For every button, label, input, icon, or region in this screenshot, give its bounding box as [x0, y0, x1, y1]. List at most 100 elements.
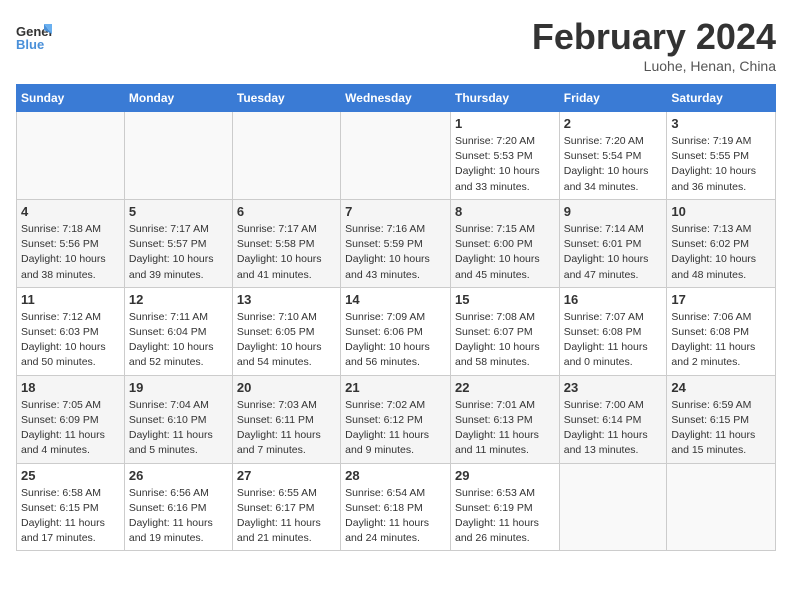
- day-info: Sunrise: 6:58 AMSunset: 6:15 PMDaylight:…: [21, 486, 120, 547]
- calendar-day-cell: 5Sunrise: 7:17 AMSunset: 5:57 PMDaylight…: [124, 199, 232, 287]
- calendar-day-cell: 1 Sunrise: 7:20 AMSunset: 5:53 PMDaylight…: [450, 112, 559, 200]
- day-info: Sunrise: 7:05 AMSunset: 6:09 PMDaylight:…: [21, 398, 120, 459]
- calendar-day-cell: [124, 112, 232, 200]
- day-number: 11: [21, 292, 120, 307]
- calendar-day-cell: 26 Sunrise: 6:56 AMSunset: 6:16 PMDayligh…: [124, 463, 232, 551]
- day-number: 28: [345, 468, 446, 483]
- calendar-day-cell: 3 Sunrise: 7:19 AMSunset: 5:55 PMDaylight…: [667, 112, 776, 200]
- page-header: General Blue February 2024 Luohe, Henan,…: [16, 16, 776, 74]
- logo-icon: General Blue: [16, 16, 52, 52]
- calendar-day-cell: [559, 463, 667, 551]
- calendar-day-cell: 24Sunrise: 6:59 AMSunset: 6:15 PMDayligh…: [667, 375, 776, 463]
- calendar-week-row: 25 Sunrise: 6:58 AMSunset: 6:15 PMDayligh…: [17, 463, 776, 551]
- day-info: Sunrise: 7:03 AMSunset: 6:11 PMDaylight:…: [237, 398, 336, 459]
- calendar-day-cell: 9 Sunrise: 7:14 AMSunset: 6:01 PMDaylight…: [559, 199, 667, 287]
- day-info: Sunrise: 7:01 AMSunset: 6:13 PMDaylight:…: [455, 398, 555, 459]
- calendar-day-cell: 2Sunrise: 7:20 AMSunset: 5:54 PMDaylight…: [559, 112, 667, 200]
- calendar-day-cell: 8 Sunrise: 7:15 AMSunset: 6:00 PMDaylight…: [450, 199, 559, 287]
- calendar-day-cell: 28 Sunrise: 6:54 AMSunset: 6:18 PMDayligh…: [341, 463, 451, 551]
- day-number: 1: [455, 116, 555, 131]
- day-info: Sunrise: 7:14 AMSunset: 6:01 PMDaylight:…: [564, 222, 663, 283]
- day-info: Sunrise: 7:08 AMSunset: 6:07 PMDaylight:…: [455, 310, 555, 371]
- day-number: 17: [671, 292, 771, 307]
- day-info: Sunrise: 7:11 AMSunset: 6:04 PMDaylight:…: [129, 310, 228, 371]
- calendar-day-cell: [17, 112, 125, 200]
- day-info: Sunrise: 7:06 AMSunset: 6:08 PMDaylight:…: [671, 310, 771, 371]
- calendar-day-cell: 19 Sunrise: 7:04 AMSunset: 6:10 PMDayligh…: [124, 375, 232, 463]
- day-number: 15: [455, 292, 555, 307]
- day-info: Sunrise: 6:54 AMSunset: 6:18 PMDaylight:…: [345, 486, 446, 547]
- calendar-header-sunday: Sunday: [17, 85, 125, 112]
- calendar-header-row: SundayMondayTuesdayWednesdayThursdayFrid…: [17, 85, 776, 112]
- day-info: Sunrise: 7:00 AMSunset: 6:14 PMDaylight:…: [564, 398, 663, 459]
- day-number: 9: [564, 204, 663, 219]
- day-info: Sunrise: 7:17 AMSunset: 5:58 PMDaylight:…: [237, 222, 336, 283]
- calendar-header-tuesday: Tuesday: [232, 85, 340, 112]
- day-number: 4: [21, 204, 120, 219]
- day-number: 20: [237, 380, 336, 395]
- day-number: 13: [237, 292, 336, 307]
- calendar-day-cell: 15 Sunrise: 7:08 AMSunset: 6:07 PMDayligh…: [450, 287, 559, 375]
- day-number: 26: [129, 468, 228, 483]
- calendar-day-cell: 25 Sunrise: 6:58 AMSunset: 6:15 PMDayligh…: [17, 463, 125, 551]
- calendar-day-cell: [341, 112, 451, 200]
- calendar-table: SundayMondayTuesdayWednesdayThursdayFrid…: [16, 84, 776, 551]
- day-info: Sunrise: 7:07 AMSunset: 6:08 PMDaylight:…: [564, 310, 663, 371]
- day-number: 8: [455, 204, 555, 219]
- title-area: February 2024 Luohe, Henan, China: [532, 16, 776, 74]
- calendar-day-cell: 11Sunrise: 7:12 AMSunset: 6:03 PMDayligh…: [17, 287, 125, 375]
- svg-text:Blue: Blue: [16, 37, 44, 52]
- day-info: Sunrise: 6:56 AMSunset: 6:16 PMDaylight:…: [129, 486, 228, 547]
- calendar-day-cell: 4 Sunrise: 7:18 AMSunset: 5:56 PMDaylight…: [17, 199, 125, 287]
- day-info: Sunrise: 7:10 AMSunset: 6:05 PMDaylight:…: [237, 310, 336, 371]
- calendar-day-cell: 16Sunrise: 7:07 AMSunset: 6:08 PMDayligh…: [559, 287, 667, 375]
- day-number: 10: [671, 204, 771, 219]
- calendar-week-row: 1 Sunrise: 7:20 AMSunset: 5:53 PMDaylight…: [17, 112, 776, 200]
- day-info: Sunrise: 7:15 AMSunset: 6:00 PMDaylight:…: [455, 222, 555, 283]
- calendar-week-row: 18 Sunrise: 7:05 AMSunset: 6:09 PMDayligh…: [17, 375, 776, 463]
- day-info: Sunrise: 7:04 AMSunset: 6:10 PMDaylight:…: [129, 398, 228, 459]
- calendar-header-saturday: Saturday: [667, 85, 776, 112]
- calendar-day-cell: [232, 112, 340, 200]
- day-number: 12: [129, 292, 228, 307]
- calendar-day-cell: 18 Sunrise: 7:05 AMSunset: 6:09 PMDayligh…: [17, 375, 125, 463]
- day-number: 27: [237, 468, 336, 483]
- day-number: 18: [21, 380, 120, 395]
- calendar-day-cell: 17 Sunrise: 7:06 AMSunset: 6:08 PMDayligh…: [667, 287, 776, 375]
- calendar-week-row: 4 Sunrise: 7:18 AMSunset: 5:56 PMDaylight…: [17, 199, 776, 287]
- calendar-header-thursday: Thursday: [450, 85, 559, 112]
- calendar-day-cell: 10 Sunrise: 7:13 AMSunset: 6:02 PMDayligh…: [667, 199, 776, 287]
- calendar-header-friday: Friday: [559, 85, 667, 112]
- page-subtitle: Luohe, Henan, China: [532, 58, 776, 74]
- day-info: Sunrise: 7:18 AMSunset: 5:56 PMDaylight:…: [21, 222, 120, 283]
- calendar-day-cell: 14 Sunrise: 7:09 AMSunset: 6:06 PMDayligh…: [341, 287, 451, 375]
- day-number: 7: [345, 204, 446, 219]
- day-info: Sunrise: 7:13 AMSunset: 6:02 PMDaylight:…: [671, 222, 771, 283]
- day-number: 29: [455, 468, 555, 483]
- day-info: Sunrise: 6:55 AMSunset: 6:17 PMDaylight:…: [237, 486, 336, 547]
- calendar-day-cell: 7 Sunrise: 7:16 AMSunset: 5:59 PMDaylight…: [341, 199, 451, 287]
- day-number: 24: [671, 380, 771, 395]
- logo: General Blue: [16, 16, 52, 52]
- calendar-day-cell: 21Sunrise: 7:02 AMSunset: 6:12 PMDayligh…: [341, 375, 451, 463]
- day-info: Sunrise: 7:16 AMSunset: 5:59 PMDaylight:…: [345, 222, 446, 283]
- calendar-day-cell: 13 Sunrise: 7:10 AMSunset: 6:05 PMDayligh…: [232, 287, 340, 375]
- day-info: Sunrise: 7:19 AMSunset: 5:55 PMDaylight:…: [671, 134, 771, 195]
- page-title: February 2024: [532, 16, 776, 58]
- day-number: 14: [345, 292, 446, 307]
- day-info: Sunrise: 7:20 AMSunset: 5:53 PMDaylight:…: [455, 134, 555, 195]
- day-number: 2: [564, 116, 663, 131]
- day-number: 3: [671, 116, 771, 131]
- day-info: Sunrise: 7:17 AMSunset: 5:57 PMDaylight:…: [129, 222, 228, 283]
- day-number: 19: [129, 380, 228, 395]
- calendar-week-row: 11Sunrise: 7:12 AMSunset: 6:03 PMDayligh…: [17, 287, 776, 375]
- day-info: Sunrise: 7:09 AMSunset: 6:06 PMDaylight:…: [345, 310, 446, 371]
- calendar-day-cell: 23 Sunrise: 7:00 AMSunset: 6:14 PMDayligh…: [559, 375, 667, 463]
- calendar-day-cell: 29Sunrise: 6:53 AMSunset: 6:19 PMDayligh…: [450, 463, 559, 551]
- calendar-day-cell: [667, 463, 776, 551]
- day-info: Sunrise: 7:02 AMSunset: 6:12 PMDaylight:…: [345, 398, 446, 459]
- calendar-header-monday: Monday: [124, 85, 232, 112]
- day-number: 25: [21, 468, 120, 483]
- calendar-day-cell: 22Sunrise: 7:01 AMSunset: 6:13 PMDayligh…: [450, 375, 559, 463]
- day-number: 23: [564, 380, 663, 395]
